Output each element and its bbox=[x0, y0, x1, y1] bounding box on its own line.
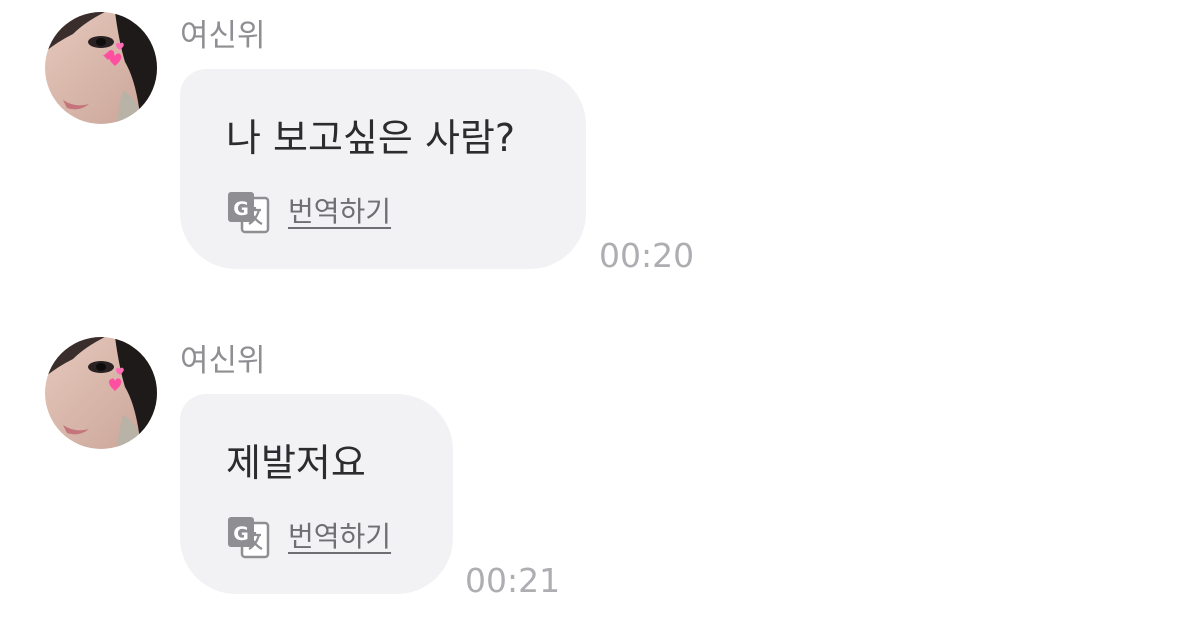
message-text: 나 보고싶은 사람? bbox=[226, 116, 516, 160]
message-bubble[interactable]: 나 보고싶은 사람? G 번역하기 bbox=[180, 69, 586, 269]
google-translate-icon: G bbox=[228, 192, 270, 234]
avatar[interactable] bbox=[45, 337, 157, 449]
sender-name: 여신위 bbox=[180, 343, 266, 379]
translate-link[interactable]: 번역하기 bbox=[288, 198, 391, 226]
avatar-photo bbox=[45, 12, 157, 124]
message-bubble[interactable]: 제발저요 G 번역하기 bbox=[180, 394, 453, 594]
message-timestamp: 00:21 bbox=[465, 561, 561, 600]
avatar-photo bbox=[45, 337, 157, 449]
svg-text:G: G bbox=[233, 523, 249, 545]
svg-text:G: G bbox=[233, 198, 249, 220]
message-text: 제발저요 bbox=[226, 441, 366, 485]
sender-name: 여신위 bbox=[180, 18, 266, 54]
message-timestamp: 00:20 bbox=[599, 236, 695, 275]
google-translate-icon: G bbox=[228, 517, 270, 559]
translate-row: G 번역하기 bbox=[226, 515, 391, 559]
avatar[interactable] bbox=[45, 12, 157, 124]
translate-link[interactable]: 번역하기 bbox=[288, 523, 391, 551]
translate-row: G 번역하기 bbox=[226, 190, 391, 234]
chat-thread: 여신위 나 보고싶은 사람? G 번역하기 00:20 여신위 제발저요 G 번… bbox=[0, 0, 1200, 636]
